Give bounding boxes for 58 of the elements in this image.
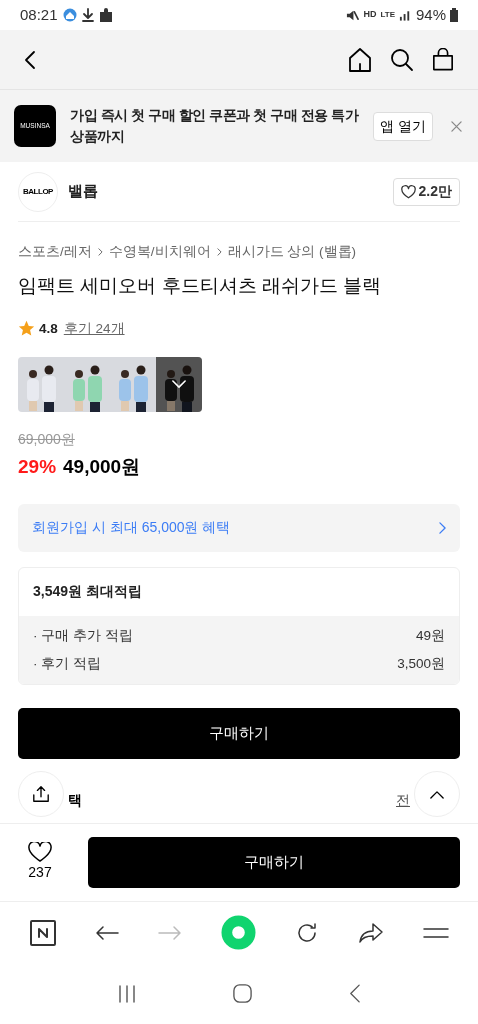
breadcrumb-link[interactable]: 래시가드 상의 (밸롭) — [227, 242, 357, 263]
sale-price: 49,000원 — [63, 455, 141, 479]
check-icon — [172, 380, 186, 389]
chevron-right-icon — [216, 248, 222, 257]
home-icon[interactable] — [348, 46, 372, 73]
view-all-link-fragment[interactable]: 전 — [396, 790, 410, 811]
breadcrumb-link[interactable]: 스포츠/레저 — [18, 242, 92, 263]
product-thumbnail[interactable] — [18, 357, 64, 412]
rating-value: 4.8 — [39, 319, 58, 338]
hd-voice-label: HD — [363, 8, 377, 22]
brand-name[interactable]: 밸롭 — [68, 180, 98, 203]
battery-icon — [450, 8, 458, 22]
product-thumbnail[interactable] — [110, 357, 156, 412]
discount-rate: 29% — [18, 455, 57, 479]
status-time: 08:21 — [20, 4, 58, 25]
nav-back-icon[interactable] — [347, 984, 361, 1003]
buy-button[interactable]: 구매하기 — [88, 837, 460, 888]
heart-icon — [28, 842, 52, 862]
download-icon — [81, 8, 94, 22]
original-price: 69,000원 — [18, 430, 76, 449]
chevron-right-icon — [97, 248, 103, 257]
search-icon[interactable] — [390, 47, 414, 72]
share-arrow-icon[interactable] — [357, 921, 384, 944]
signal-icon — [398, 9, 412, 21]
points-label: · 구매 추가 적립 — [33, 626, 133, 645]
close-icon[interactable] — [451, 120, 462, 132]
buy-button[interactable]: 구매하기 — [18, 708, 460, 759]
like-brand-button[interactable]: 2.2만 — [392, 177, 460, 206]
banner-text: 가입 즉시 첫 구매 할인 쿠폰과 첫 구매 전용 특가 상품까지 — [70, 107, 360, 146]
battery-percent: 94% — [415, 4, 446, 25]
like-button[interactable]: 237 — [18, 842, 62, 883]
reviews-link[interactable]: 후기 24개 — [63, 318, 125, 339]
naver-icon[interactable] — [29, 919, 56, 946]
product-thumbnail[interactable] — [156, 357, 202, 412]
home-button-icon[interactable] — [232, 983, 253, 1004]
menu-icon[interactable] — [422, 925, 449, 940]
points-value: 49원 — [415, 626, 445, 645]
product-title: 임팩트 세미오버 후드티셔츠 래쉬가드 블랙 — [18, 274, 383, 299]
member-benefit-banner[interactable]: 회원가입 시 최대 65,000원 혜택 — [18, 503, 460, 552]
section-title-fragment: 택 — [68, 791, 82, 810]
breadcrumb-link[interactable]: 수영복/비치웨어 — [108, 242, 211, 263]
shopping-bag-icon[interactable] — [432, 48, 454, 71]
points-value: 3,500원 — [397, 654, 445, 673]
mute-icon — [346, 8, 360, 22]
home-badge-icon — [62, 8, 77, 22]
back-button[interactable] — [24, 49, 36, 70]
points-title: 3,549원 최대적립 — [32, 582, 143, 601]
share-icon — [32, 785, 50, 803]
recent-apps-icon[interactable] — [117, 983, 138, 1004]
points-label: · 후기 적립 — [33, 654, 101, 673]
chevron-right-icon — [439, 521, 446, 534]
chevron-up-icon — [430, 789, 444, 799]
back-arrow-icon[interactable] — [94, 924, 119, 941]
open-app-button[interactable]: 앱 열기 — [373, 111, 433, 141]
lte-label: LTE — [380, 9, 395, 21]
star-icon — [18, 320, 35, 338]
share-button[interactable] — [18, 771, 64, 817]
heart-icon — [400, 184, 416, 199]
